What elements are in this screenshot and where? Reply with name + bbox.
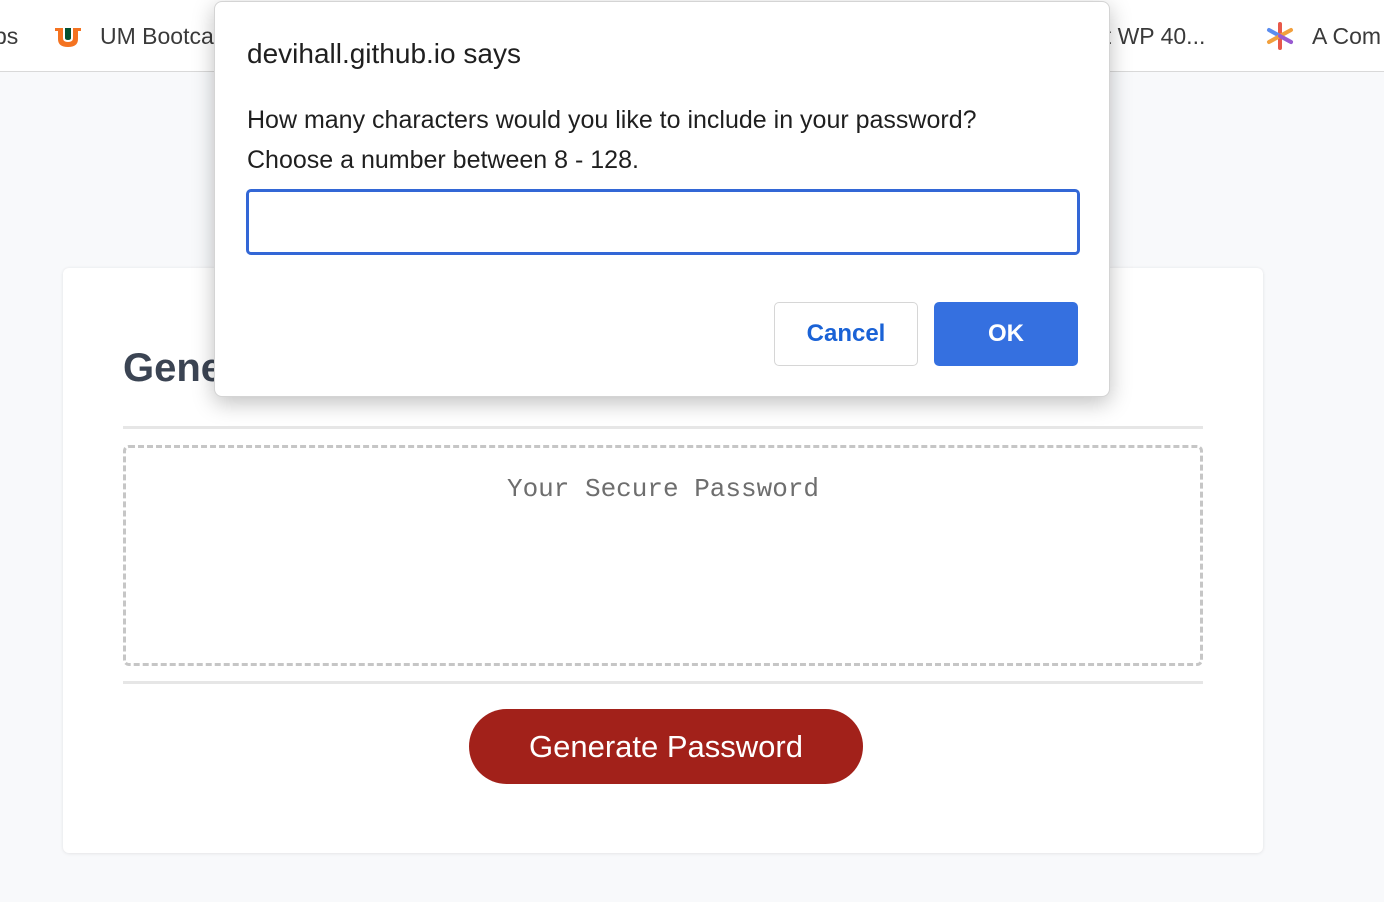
ok-button[interactable]: OK	[934, 302, 1078, 366]
prompt-dialog: devihall.github.io says How many charact…	[214, 1, 1110, 397]
bookmark-um-bootcamp[interactable]: UM Bootca	[52, 22, 214, 50]
bookmark-label: UM Bootca	[100, 22, 214, 49]
colorful-asterisk-icon	[1264, 22, 1296, 50]
bookmark-label: ps	[0, 22, 19, 49]
cancel-button[interactable]: Cancel	[774, 302, 918, 366]
dialog-message-line-2: Choose a number between 8 - 128.	[247, 146, 639, 174]
um-logo-icon	[52, 22, 84, 50]
bookmark-label: A Com	[1312, 22, 1382, 49]
dialog-message: How many characters would you like to in…	[247, 100, 977, 180]
generate-password-button[interactable]: Generate Password	[469, 709, 863, 784]
bookmark-apps[interactable]: ps	[0, 22, 18, 50]
dialog-title: devihall.github.io says	[247, 38, 521, 69]
page-title: Gene	[123, 346, 224, 390]
password-length-input[interactable]	[246, 189, 1080, 255]
card-header-divider	[123, 426, 1203, 429]
password-output[interactable]	[123, 445, 1203, 666]
bookmark-a-com[interactable]: A Com	[1264, 22, 1381, 50]
card-footer-divider	[123, 681, 1203, 684]
dialog-message-line-1: How many characters would you like to in…	[247, 106, 977, 134]
